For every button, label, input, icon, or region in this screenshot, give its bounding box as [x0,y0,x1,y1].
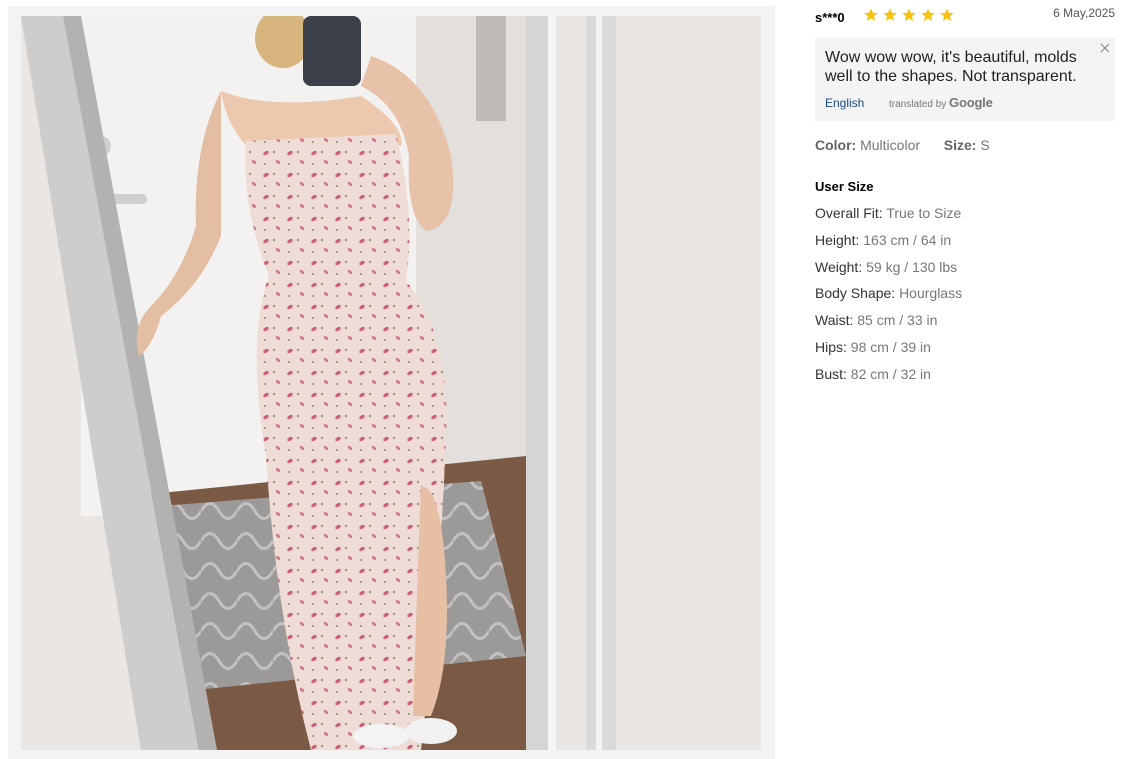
close-icon[interactable] [1100,43,1110,53]
size-value: 163 cm / 64 in [863,231,952,248]
size-key: Body Shape: [815,285,896,302]
review-header: s***0 6 May,2025 [815,6,1115,26]
star-icon [864,8,878,21]
review-photo-illustration [21,16,761,750]
user-size-title: User Size [815,179,874,194]
google-logo: Google [949,95,993,110]
size-key: Hips: [815,338,847,355]
list-item: Height: 163 cm / 64 in [815,232,962,259]
translated-by-label: translated by [889,99,947,110]
size-key: Height: [815,231,860,248]
star-icon [883,8,897,21]
list-item: Body Shape: Hourglass [815,285,962,312]
size-value: 59 kg / 130 lbs [866,258,958,275]
list-item: Bust: 82 cm / 32 in [815,366,962,393]
user-size-list: Overall Fit: True to Size Height: 163 cm… [815,205,962,393]
translated-by-google: translated by Google [889,95,993,110]
list-item: Hips: 98 cm / 39 in [815,339,962,366]
list-item: Waist: 85 cm / 33 in [815,312,962,339]
show-original-language-link[interactable]: English [825,96,864,110]
star-icon [940,8,954,21]
star-icon [902,8,916,21]
size-value: 85 cm / 33 in [857,312,938,329]
review-photo-frame [8,6,775,759]
reviewer-name: s***0 [815,10,845,25]
color-label: Color: [815,137,857,153]
size-value: True to Size [886,205,962,221]
size-key: Overall Fit: [815,205,883,221]
star-rating [863,7,955,23]
review-date: 6 May,2025 [1053,6,1115,20]
size-key: Bust: [815,365,847,382]
size-value: S [980,137,990,153]
size-key: Weight: [815,258,863,275]
size-value: 82 cm / 32 in [850,365,931,382]
review-photo[interactable] [21,16,761,750]
review-text: Wow wow wow, it's beautiful, molds well … [825,49,1077,85]
list-item: Overall Fit: True to Size [815,205,962,232]
star-icon [921,8,935,21]
color-value: Multicolor [860,137,921,153]
size-key: Waist: [815,312,854,329]
purchase-attributes: Color: Multicolor Size: S [815,137,990,153]
size-label: Size: [943,137,977,153]
size-value: Hourglass [899,285,963,302]
list-item: Weight: 59 kg / 130 lbs [815,259,962,286]
translation-box: Wow wow wow, it's beautiful, molds well … [815,38,1115,121]
size-value: 98 cm / 39 in [850,338,931,355]
